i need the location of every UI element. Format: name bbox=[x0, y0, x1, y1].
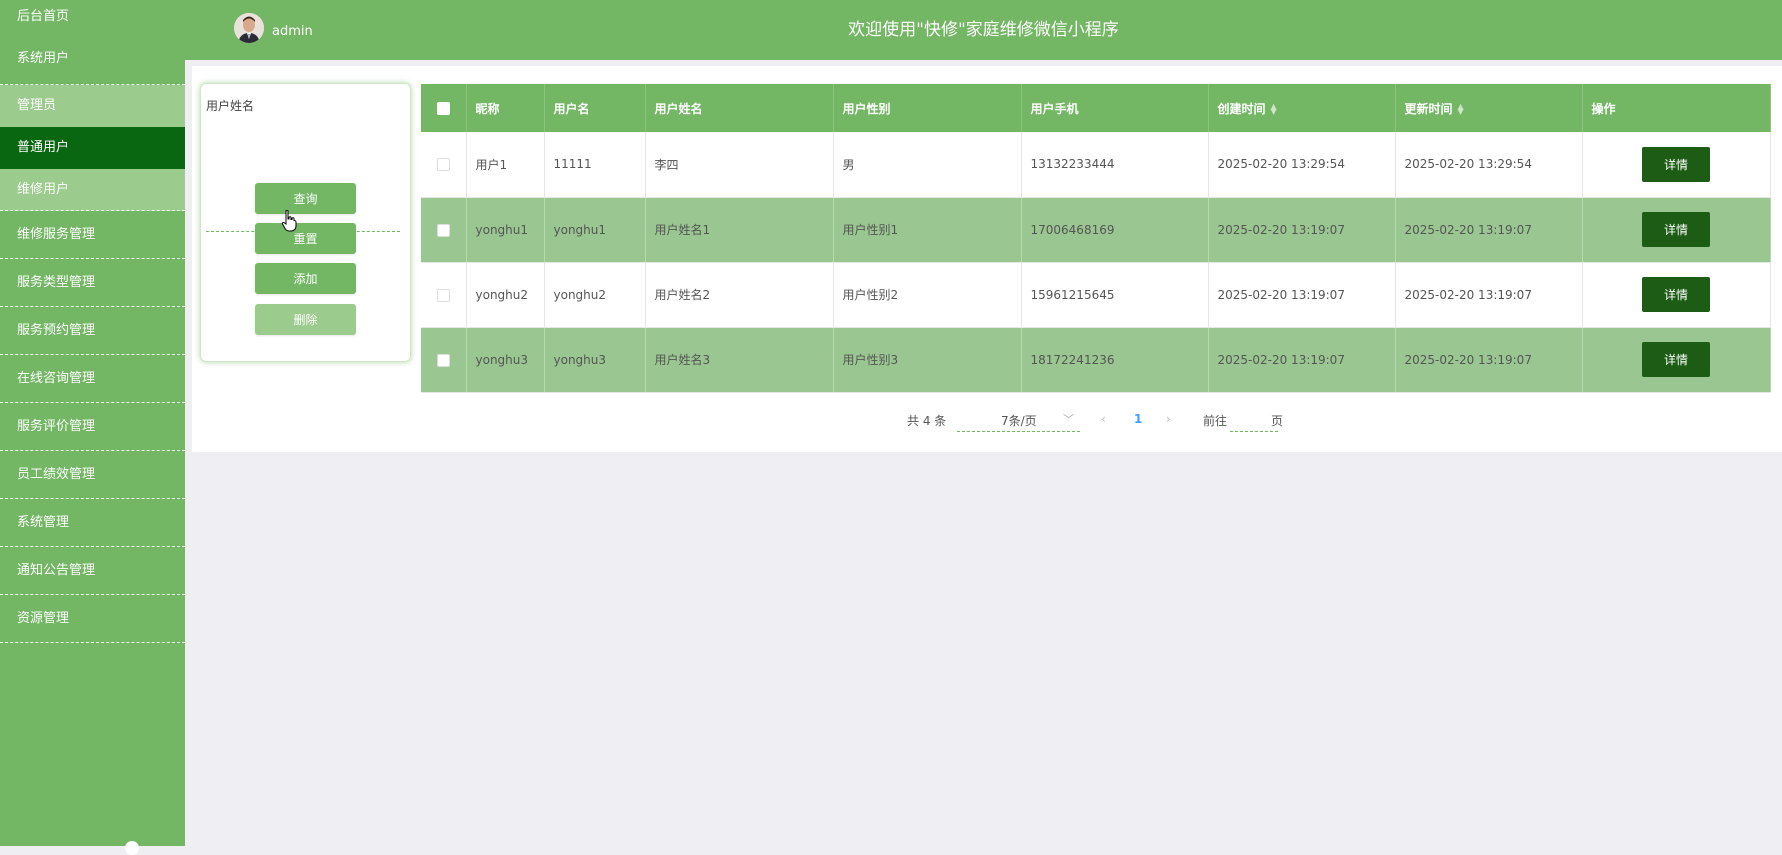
row-checkbox[interactable] bbox=[436, 223, 450, 237]
top-header: admin 欢迎使用"快修"家庭维修微信小程序 bbox=[185, 0, 1782, 60]
table-row: yonghu1 yonghu1 用户姓名1 用户性别1 17006468169 … bbox=[421, 197, 1771, 263]
delete-button[interactable]: 删除 bbox=[255, 304, 356, 335]
row-checkbox[interactable] bbox=[436, 158, 450, 172]
page-title: 欢迎使用"快修"家庭维修微信小程序 bbox=[848, 20, 1119, 40]
cell-phone: 13132233444 bbox=[1021, 132, 1209, 198]
cell-realname: 用户姓名2 bbox=[645, 262, 834, 328]
column-header-realname: 用户姓名 bbox=[645, 84, 834, 132]
cell-updated: 2025-02-20 13:19:07 bbox=[1395, 327, 1583, 393]
sort-icon[interactable]: ▲ ▼ bbox=[1271, 103, 1277, 116]
sidebar-item-system-users[interactable]: 系统用户 bbox=[0, 33, 185, 85]
user-table: 昵称 用户名 用户姓名 用户性别 用户手机 创建时间 ▲ ▼ 更新时间 ▲ ▼ 操作 用… bbox=[421, 84, 1771, 393]
mouse-cursor-icon bbox=[281, 210, 297, 232]
sidebar-item-resource[interactable]: 资源管理 bbox=[0, 595, 185, 643]
column-header-actions: 操作 bbox=[1582, 84, 1771, 132]
cell-username: yonghu3 bbox=[544, 327, 646, 393]
chevron-down-icon: ﹀ bbox=[1063, 413, 1074, 426]
sidebar-item-repair-service[interactable]: 维修服务管理 bbox=[0, 211, 185, 259]
page-size-value: 7条/页 bbox=[1001, 414, 1037, 428]
prev-page-icon[interactable]: ‹ bbox=[1101, 412, 1106, 426]
cell-actions: 详情 bbox=[1582, 132, 1771, 198]
cell-nickname: 用户1 bbox=[466, 132, 545, 198]
cell-created: 2025-02-20 13:19:07 bbox=[1208, 197, 1396, 263]
sidebar-item-service-booking[interactable]: 服务预约管理 bbox=[0, 307, 185, 355]
cell-created: 2025-02-20 13:29:54 bbox=[1208, 132, 1396, 198]
sidebar-item-home[interactable]: 后台首页 bbox=[0, 0, 185, 33]
sidebar: 后台首页 系统用户 管理员 普通用户 维修用户 维修服务管理 服务类型管理 服务… bbox=[0, 0, 185, 855]
goto-label: 前往 bbox=[1203, 414, 1228, 428]
column-header-updated[interactable]: 更新时间 ▲ ▼ bbox=[1395, 84, 1583, 132]
cell-username: 11111 bbox=[544, 132, 646, 198]
add-button[interactable]: 添加 bbox=[255, 263, 356, 294]
cell-phone: 18172241236 bbox=[1021, 327, 1209, 393]
sort-icon[interactable]: ▲ ▼ bbox=[1458, 103, 1464, 116]
cell-created: 2025-02-20 13:19:07 bbox=[1208, 327, 1396, 393]
created-header-label: 创建时间 bbox=[1217, 101, 1266, 116]
sidebar-item-online-consult[interactable]: 在线咨询管理 bbox=[0, 355, 185, 403]
cell-nickname: yonghu2 bbox=[466, 262, 545, 328]
sidebar-item-service-review[interactable]: 服务评价管理 bbox=[0, 403, 185, 451]
cell-nickname: yonghu3 bbox=[466, 327, 545, 393]
scroll-indicator bbox=[125, 841, 139, 855]
updated-header-label: 更新时间 bbox=[1404, 101, 1453, 116]
sidebar-item-normal-user[interactable]: 普通用户 bbox=[0, 127, 185, 169]
cell-created: 2025-02-20 13:19:07 bbox=[1208, 262, 1396, 328]
cell-phone: 17006468169 bbox=[1021, 197, 1209, 263]
cell-realname: 用户姓名3 bbox=[645, 327, 834, 393]
detail-button[interactable]: 详情 bbox=[1642, 212, 1710, 247]
cell-gender: 用户性别1 bbox=[833, 197, 1022, 263]
row-select-cell bbox=[421, 262, 467, 328]
query-button[interactable]: 查询 bbox=[255, 183, 356, 214]
cell-updated: 2025-02-20 13:29:54 bbox=[1395, 132, 1583, 198]
sidebar-item-notice[interactable]: 通知公告管理 bbox=[0, 547, 185, 595]
select-all-checkbox[interactable] bbox=[436, 102, 450, 115]
cell-updated: 2025-02-20 13:19:07 bbox=[1395, 197, 1583, 263]
sidebar-item-staff-performance[interactable]: 员工绩效管理 bbox=[0, 451, 185, 499]
cell-phone: 15961215645 bbox=[1021, 262, 1209, 328]
pagination-total: 共 4 条 bbox=[907, 414, 947, 428]
reset-button[interactable]: 重置 bbox=[255, 223, 356, 254]
search-card: 用户姓名 查询 重置 添加 删除 bbox=[200, 83, 411, 362]
cell-gender: 男 bbox=[833, 132, 1022, 198]
cell-actions: 详情 bbox=[1582, 262, 1771, 328]
cell-actions: 详情 bbox=[1582, 327, 1771, 393]
row-checkbox[interactable] bbox=[436, 353, 450, 367]
cell-actions: 详情 bbox=[1582, 197, 1771, 263]
cell-gender: 用户性别3 bbox=[833, 327, 1022, 393]
detail-button[interactable]: 详情 bbox=[1642, 342, 1710, 377]
row-select-cell bbox=[421, 327, 467, 393]
column-header-gender: 用户性别 bbox=[833, 84, 1022, 132]
table-row: yonghu3 yonghu3 用户姓名3 用户性别3 18172241236 … bbox=[421, 327, 1771, 393]
detail-button[interactable]: 详情 bbox=[1642, 277, 1710, 312]
page-size-select[interactable]: 7条/页 ﹀ bbox=[957, 407, 1080, 432]
cell-updated: 2025-02-20 13:19:07 bbox=[1395, 262, 1583, 328]
column-header-phone: 用户手机 bbox=[1021, 84, 1209, 132]
cell-realname: 用户姓名1 bbox=[645, 197, 834, 263]
sidebar-item-admin[interactable]: 管理员 bbox=[0, 85, 185, 127]
next-page-icon[interactable]: › bbox=[1166, 412, 1171, 426]
table-row: yonghu2 yonghu2 用户姓名2 用户性别2 15961215645 … bbox=[421, 262, 1771, 328]
table-row: 用户1 11111 李四 男 13132233444 2025-02-20 13… bbox=[421, 132, 1771, 198]
column-header-created[interactable]: 创建时间 ▲ ▼ bbox=[1208, 84, 1396, 132]
cell-gender: 用户性别2 bbox=[833, 262, 1022, 328]
row-checkbox[interactable] bbox=[436, 288, 450, 302]
table-header-row: 昵称 用户名 用户姓名 用户性别 用户手机 创建时间 ▲ ▼ 更新时间 ▲ ▼ 操作 bbox=[421, 84, 1771, 132]
detail-button[interactable]: 详情 bbox=[1642, 146, 1710, 182]
goto-suffix: 页 bbox=[1271, 414, 1284, 428]
cell-username: yonghu2 bbox=[544, 262, 646, 328]
sidebar-item-service-type[interactable]: 服务类型管理 bbox=[0, 259, 185, 307]
cell-username: yonghu1 bbox=[544, 197, 646, 263]
select-all-cell bbox=[421, 84, 467, 132]
search-label: 用户姓名 bbox=[206, 99, 255, 113]
column-header-nickname: 昵称 bbox=[466, 84, 545, 132]
row-select-cell bbox=[421, 132, 467, 198]
page-number-current[interactable]: 1 bbox=[1134, 412, 1142, 426]
cell-nickname: yonghu1 bbox=[466, 197, 545, 263]
sidebar-item-repair-user[interactable]: 维修用户 bbox=[0, 169, 185, 211]
column-header-username: 用户名 bbox=[544, 84, 646, 132]
cell-realname: 李四 bbox=[645, 132, 834, 198]
row-select-cell bbox=[421, 197, 467, 263]
sidebar-item-system-manage[interactable]: 系统管理 bbox=[0, 499, 185, 547]
